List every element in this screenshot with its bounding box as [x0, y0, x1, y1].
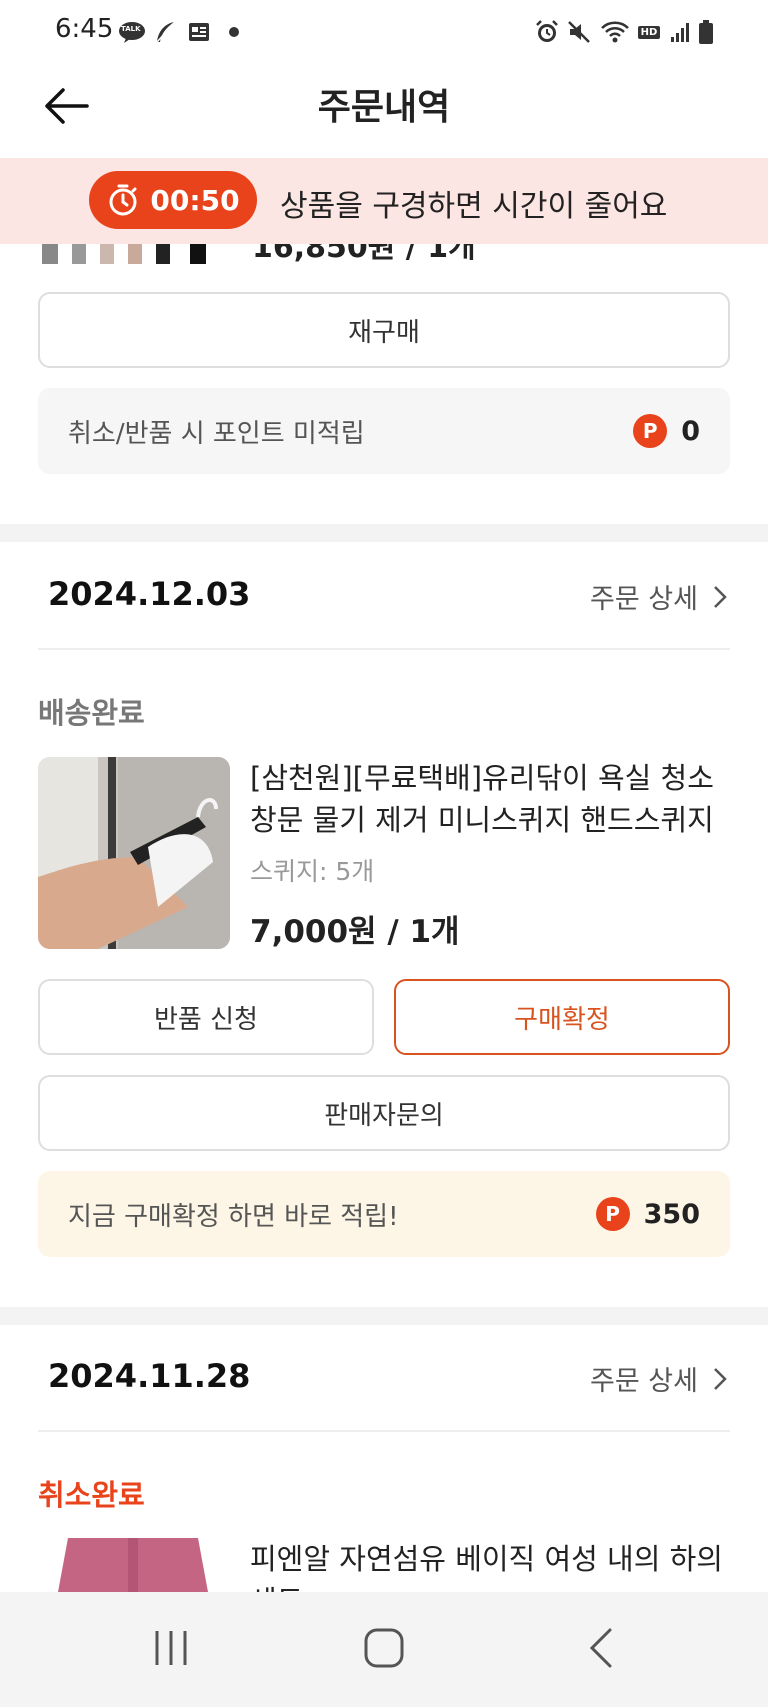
back-icon: [589, 1628, 612, 1668]
confirm-purchase-button[interactable]: 구매확정: [394, 979, 730, 1055]
order-date: 2024.12.03: [48, 575, 251, 613]
signal-icon: [668, 20, 692, 44]
chevron-right-icon: [714, 585, 727, 608]
timer-pill: 00:50: [89, 171, 257, 229]
page-title: 주문내역: [317, 87, 451, 128]
product-option: 스퀴지: 5개: [250, 857, 375, 886]
order-status: 배송완료: [38, 696, 145, 730]
order-detail-label: 주문 상세: [590, 584, 698, 615]
timer-message: 상품을 구경하면 시간이 줄어요: [280, 189, 668, 224]
product-thumbnail[interactable]: [38, 757, 230, 949]
battery-icon: [698, 20, 714, 44]
stopwatch-icon: [109, 184, 137, 216]
recent-apps-icon: [155, 1631, 187, 1665]
product-title-wrap[interactable]: 피엔알 자연섬유 베이직 여성 내의 하의 세트: [250, 1538, 730, 1592]
order-date: 2024.11.28: [48, 1357, 251, 1395]
wifi-icon: [600, 20, 630, 44]
dot-icon: [228, 20, 240, 44]
order-detail-link[interactable]: 주문 상세: [590, 577, 728, 616]
no-points-notice: 취소/반품 시 포인트 미적립 P 0: [38, 388, 730, 474]
point-icon: P: [595, 1197, 630, 1231]
chevron-right-icon: [714, 1367, 727, 1390]
timer-value: 00:50: [150, 183, 240, 217]
seller-inquiry-button[interactable]: 판매자문의: [38, 1075, 730, 1151]
prev-product-thumbnail: [40, 244, 230, 264]
section-divider: [0, 1307, 768, 1325]
recent-apps-button[interactable]: [131, 1618, 211, 1678]
return-request-button[interactable]: 반품 신청: [38, 979, 374, 1055]
product-thumbnail[interactable]: [38, 1538, 230, 1592]
mute-icon: [566, 20, 592, 44]
divider: [38, 648, 730, 650]
home-button[interactable]: [344, 1618, 424, 1678]
product-price: 7,000원 / 1개: [250, 914, 460, 950]
points-value: 0: [681, 415, 700, 447]
feather-icon: [153, 20, 177, 44]
news-icon: [187, 20, 211, 44]
alarm-icon: [534, 20, 560, 44]
system-back-button[interactable]: [561, 1618, 641, 1678]
hd-voice-icon: HD: [636, 20, 662, 44]
hd-voice-label: HD: [637, 25, 661, 39]
no-points-text: 취소/반품 시 포인트 미적립: [68, 418, 365, 449]
status-time: 6:45: [55, 14, 114, 44]
kakaotalk-label: TALK: [121, 25, 141, 33]
points-notice: 지금 구매확정 하면 바로 적립! P 350: [38, 1171, 730, 1257]
home-icon: [364, 1628, 404, 1668]
rebuy-button[interactable]: 재구매: [38, 292, 730, 368]
product-title: 피엔알 자연섬유 베이직 여성 내의 하의 세트: [250, 1542, 723, 1592]
points-value: 350: [643, 1198, 700, 1230]
product-title[interactable]: [삼천원][무료택배]유리닦이 욕실 청소 창문 물기 제거 미니스퀴지 핸드스…: [250, 757, 730, 841]
point-icon: P: [633, 414, 668, 448]
prev-product-price: 16,850원 / 1개: [252, 244, 476, 264]
order-detail-link[interactable]: 주문 상세: [590, 1359, 728, 1398]
order-detail-label: 주문 상세: [590, 1366, 698, 1397]
prev-order-cut: 16,850원 / 1개: [0, 244, 768, 264]
points-notice-text: 지금 구매확정 하면 바로 적립!: [68, 1201, 399, 1232]
order-status: 취소완료: [38, 1478, 145, 1512]
divider: [38, 1430, 730, 1432]
section-divider: [0, 524, 768, 542]
